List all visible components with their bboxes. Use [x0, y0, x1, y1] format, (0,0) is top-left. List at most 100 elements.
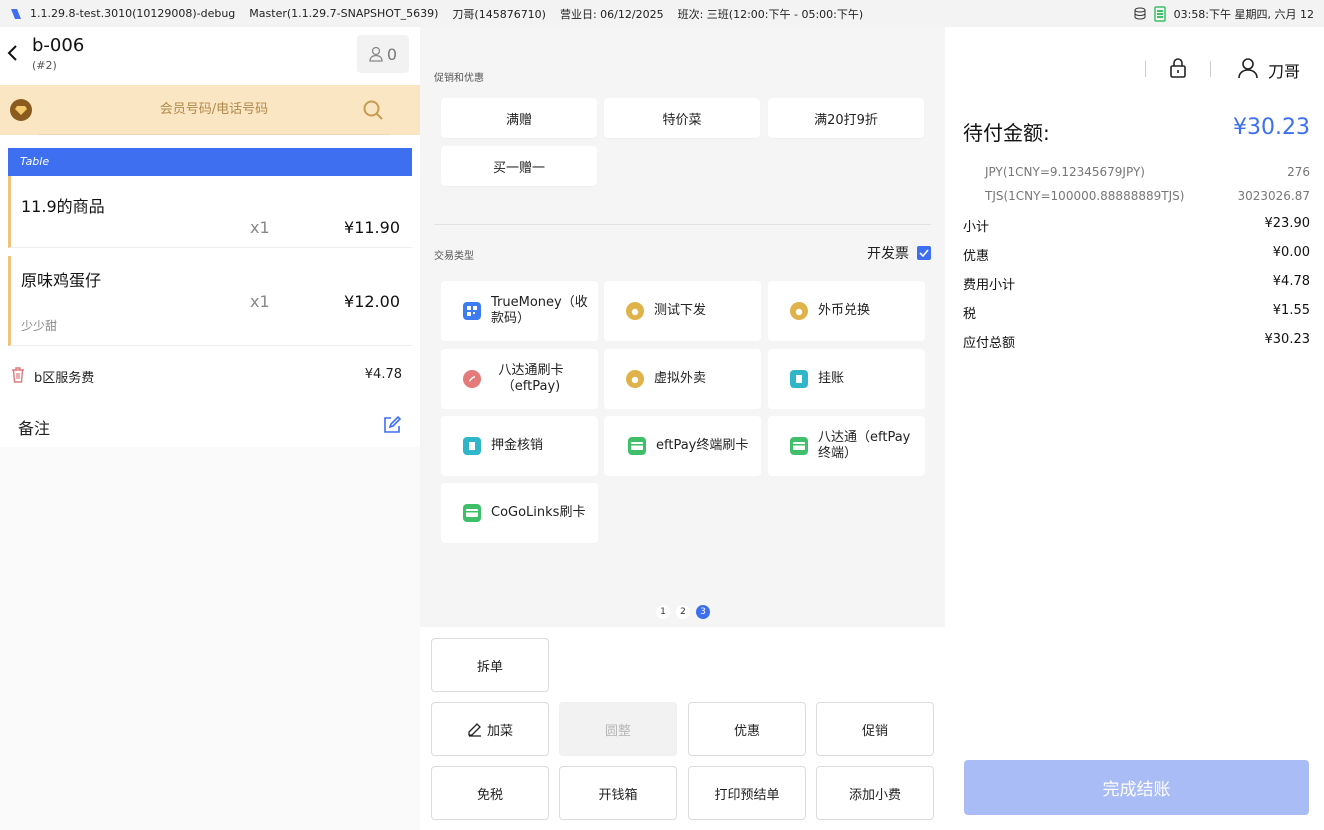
payment-label: CoGoLinks刷卡 [491, 505, 586, 520]
order-number: (#2) [32, 59, 57, 72]
payment-label: 八达通（eftPay终端） [818, 430, 911, 461]
payment-eftpay-terminal[interactable]: eftPay终端刷卡 [604, 416, 761, 476]
payment-on-account[interactable]: 挂账 [768, 349, 925, 409]
payment-label: 外币兑换 [818, 303, 871, 318]
invoice-checkbox[interactable] [917, 246, 931, 260]
page-1[interactable]: 1 [656, 605, 670, 619]
service-fee-label: b区服务费 [34, 371, 95, 386]
summary-label: 税 [963, 307, 977, 322]
member-search-input[interactable] [38, 85, 390, 135]
split-bill-button[interactable]: 拆单 [431, 638, 549, 692]
cart-item[interactable]: 11.9的商品 x1 ¥11.90 [8, 176, 412, 248]
lock-icon[interactable] [1168, 57, 1188, 79]
octopus-card-icon [463, 370, 481, 388]
pencil-icon [468, 723, 481, 737]
promotion-button[interactable]: 促销 [816, 702, 934, 756]
promo-button-discount[interactable]: 满20打9折 [768, 98, 924, 138]
order-title: b-006 [32, 35, 85, 56]
payment-currency-exchange[interactable]: 外币兑换 [768, 281, 925, 341]
search-icon[interactable] [362, 99, 384, 121]
item-qty: x1 [250, 292, 270, 311]
order-panel: b-006 (#2) 0 Table 11.9的商品 x1 ¥11.90 原味鸡… [0, 27, 420, 830]
summary-row-discount: 优惠 ¥0.00 [963, 245, 1310, 264]
edit-icon[interactable] [382, 415, 402, 435]
summary-value: ¥23.90 [1264, 216, 1311, 231]
cart-item[interactable]: 原味鸡蛋仔 x1 ¥12.00 少少甜 [8, 256, 412, 346]
shift-info: 班次: 三班(12:00:下午 - 05:00:下午) [677, 7, 864, 21]
payment-deposit-writeoff[interactable]: 押金核销 [441, 416, 598, 476]
guest-count-button[interactable]: 0 [357, 35, 409, 73]
fx-value: 276 [1287, 165, 1310, 179]
summary-value: ¥4.78 [1272, 274, 1310, 289]
complete-checkout-button[interactable]: 完成结账 [964, 760, 1309, 815]
add-item-button[interactable]: 加菜 [431, 702, 549, 756]
payment-label: 八达通刷卡（eftPay) [498, 363, 564, 394]
summary-value: ¥30.23 [1264, 332, 1311, 347]
action-buttons: 拆单 加菜 圆整 优惠 促销 免税 开钱箱 打印预结单 添加小费 [420, 627, 945, 830]
summary-row-fees: 费用小计 ¥4.78 [963, 274, 1310, 293]
add-tip-button[interactable]: 添加小费 [816, 766, 934, 820]
summary-row-tax: 税 ¥1.55 [963, 303, 1310, 322]
discount-button[interactable]: 优惠 [688, 702, 806, 756]
print-prebill-button[interactable]: 打印预结单 [688, 766, 806, 820]
amount-due-value: ¥30.23 [1233, 115, 1310, 140]
deposit-icon [463, 437, 481, 455]
payment-test-issue[interactable]: 测试下发 [604, 281, 761, 341]
card-icon [790, 437, 808, 455]
fx-row: TJS(1CNY=100000.88888889TJS) 3023026.87 [985, 189, 1310, 203]
person-icon [369, 46, 383, 62]
back-arrow-icon[interactable] [6, 45, 20, 61]
item-name: 11.9的商品 [21, 197, 105, 216]
order-header: b-006 (#2) 0 [0, 27, 420, 85]
ledger-icon [790, 370, 808, 388]
remark-label: 备注 [18, 419, 51, 438]
toolbar-divider [1145, 61, 1146, 77]
payment-octopus-terminal[interactable]: 八达通（eftPay终端） [768, 416, 925, 476]
payment-truemoney[interactable]: TrueMoney（收款码） [441, 281, 598, 341]
pagination: 1 2 3 [656, 605, 710, 619]
user-name[interactable]: 刀哥 [1268, 58, 1300, 82]
summary-value: ¥1.55 [1272, 303, 1310, 318]
round-button[interactable]: 圆整 [559, 702, 677, 756]
section-divider [434, 224, 931, 225]
payment-cogolinks[interactable]: CoGoLinks刷卡 [441, 483, 598, 543]
app-logo-icon [11, 8, 21, 19]
page-2[interactable]: 2 [676, 605, 690, 619]
promo-button-full-gift[interactable]: 满赠 [441, 98, 597, 138]
add-item-label: 加菜 [486, 723, 513, 739]
item-qty: x1 [250, 218, 270, 237]
clock: 03:58:下午 星期四, 六月 12 [1173, 7, 1314, 21]
master-version: Master(1.1.29.7-SNAPSHOT_5639) [249, 7, 439, 20]
trash-icon[interactable] [10, 366, 26, 384]
user-icon[interactable] [1237, 57, 1259, 79]
invoice-toggle[interactable]: 开发票 [867, 243, 931, 263]
page-3[interactable]: 3 [696, 605, 710, 619]
qr-code-icon [463, 302, 481, 320]
summary-row-subtotal: 小计 ¥23.90 [963, 216, 1310, 235]
transaction-types-title: 交易类型 [434, 251, 474, 262]
promo-button-buy-one-get-one[interactable]: 买一赠一 [441, 146, 597, 186]
app-version: 1.1.29.8-test.3010(10129008)-debug [30, 7, 236, 20]
cart-section-header: Table [8, 148, 412, 176]
promo-button-special-dish[interactable]: 特价菜 [604, 98, 760, 138]
money-bag-icon [790, 302, 808, 320]
battery-icon [1153, 5, 1166, 22]
payment-virtual-takeout[interactable]: 虚拟外卖 [604, 349, 761, 409]
item-price: ¥12.00 [344, 292, 400, 311]
payment-label: TrueMoney（收款码） [491, 295, 588, 326]
fx-label: TJS(1CNY=100000.88888889TJS) [985, 189, 1185, 203]
toolbar-divider [1210, 61, 1211, 77]
invoice-label: 开发票 [867, 246, 909, 262]
order-panel-empty-area [0, 447, 420, 830]
fx-label: JPY(1CNY=9.12345679JPY) [985, 165, 1145, 179]
card-icon [463, 504, 481, 522]
open-drawer-button[interactable]: 开钱箱 [559, 766, 677, 820]
business-day: 营业日: 06/12/2025 [559, 7, 664, 21]
tax-free-button[interactable]: 免税 [431, 766, 549, 820]
payment-octopus-eftpay[interactable]: 八达通刷卡（eftPay) [441, 349, 598, 409]
item-note: 少少甜 [21, 319, 58, 333]
check-icon [919, 249, 929, 257]
money-bag-icon [626, 370, 644, 388]
remark-row[interactable]: 备注 [8, 403, 412, 447]
payment-label: 挂账 [818, 371, 845, 386]
